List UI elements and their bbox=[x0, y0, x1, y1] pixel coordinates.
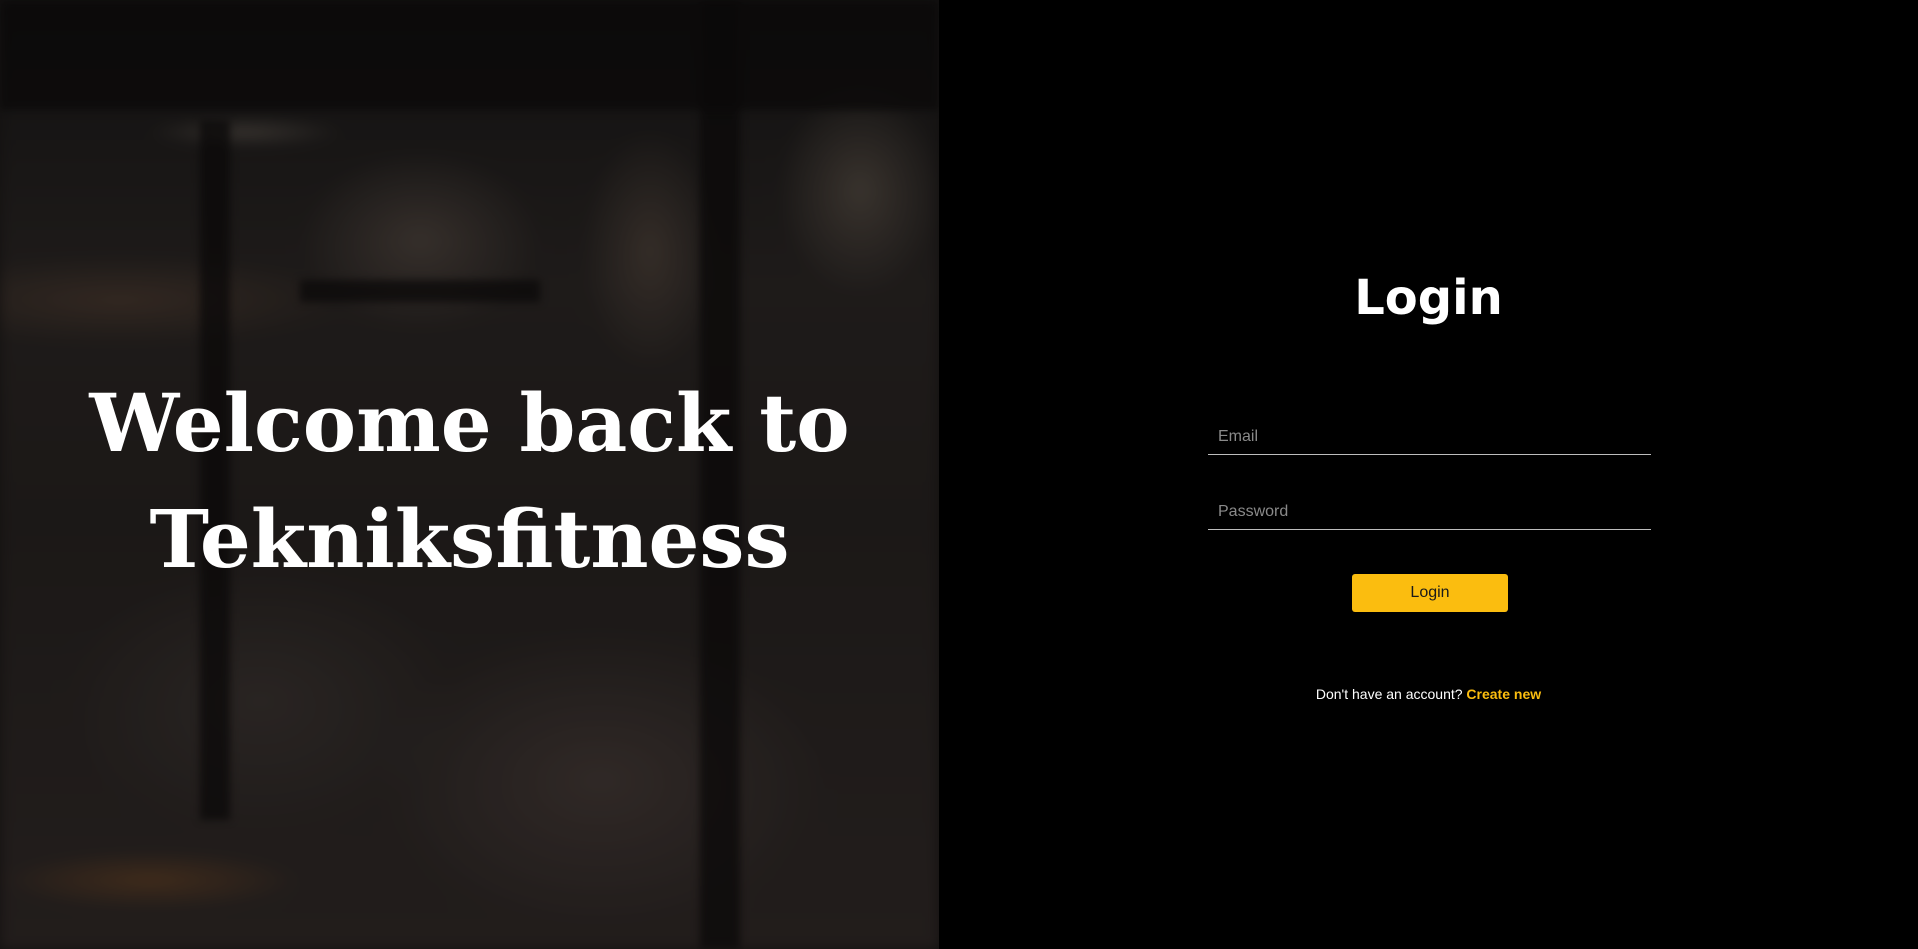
signup-prompt-text: Don't have an account? bbox=[1315, 686, 1463, 702]
password-field-wrapper bbox=[1208, 494, 1651, 530]
create-account-link[interactable]: Create new bbox=[1466, 686, 1541, 702]
hero-title: Welcome back to Tekniksfitness bbox=[0, 365, 939, 597]
login-heading: Login bbox=[1354, 270, 1503, 326]
login-page: Welcome back to Tekniksfitness Login Log… bbox=[0, 0, 1918, 949]
hero-title-line2: Tekniksfitness bbox=[149, 492, 790, 586]
email-field-wrapper bbox=[1208, 419, 1651, 455]
login-button[interactable]: Login bbox=[1352, 574, 1508, 612]
signup-prompt: Don't have an account? Create new bbox=[939, 686, 1918, 702]
hero-title-line1: Welcome back to bbox=[89, 376, 850, 470]
login-panel: Login Login Don't have an account? Creat… bbox=[939, 0, 1918, 949]
password-input[interactable] bbox=[1208, 494, 1651, 529]
email-input[interactable] bbox=[1208, 419, 1651, 454]
hero-panel: Welcome back to Tekniksfitness bbox=[0, 0, 939, 949]
